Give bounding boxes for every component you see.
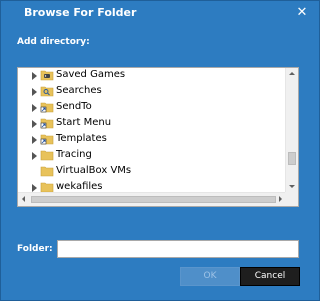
tree-item-label: Saved Games xyxy=(56,69,126,80)
browse-folder-dialog: Browse For Folder ✕ Add directory: Saved… xyxy=(0,0,320,301)
tree-item-start-menu[interactable]: Start Menu xyxy=(18,116,286,132)
tree-item-label: Tracing xyxy=(56,149,92,160)
close-button[interactable]: ✕ xyxy=(293,4,311,22)
prompt-label: Add directory: xyxy=(17,37,90,47)
tree-item-label: Start Menu xyxy=(56,117,112,128)
tree-item-saved-games[interactable]: Saved Games xyxy=(18,68,286,84)
tree-item-sendto[interactable]: SendTo xyxy=(18,100,286,116)
expand-arrow-icon[interactable] xyxy=(32,136,37,144)
tree-item-label: SendTo xyxy=(56,101,92,112)
expand-arrow-icon[interactable] xyxy=(32,152,37,160)
searches-icon xyxy=(40,85,54,97)
expand-arrow-icon[interactable] xyxy=(32,184,37,192)
expand-arrow-icon[interactable] xyxy=(32,88,37,96)
title-bar: Browse For Folder ✕ xyxy=(1,1,319,27)
saved-games-icon xyxy=(40,69,54,81)
dialog-title: Browse For Folder xyxy=(24,6,137,19)
cancel-button[interactable]: Cancel xyxy=(240,267,300,286)
tree-item-label: VirtualBox VMs xyxy=(56,165,132,176)
tree-item-templates[interactable]: Templates xyxy=(18,132,286,148)
folder-input[interactable] xyxy=(57,240,299,258)
folder-icon xyxy=(40,165,54,177)
scroll-up-icon[interactable] xyxy=(286,68,298,80)
folder-field-label: Folder: xyxy=(17,244,53,254)
horizontal-scroll-thumb[interactable] xyxy=(31,196,276,203)
shortcut-folder-icon xyxy=(40,117,54,129)
shortcut-folder-icon xyxy=(40,133,54,145)
scroll-left-icon[interactable] xyxy=(18,193,30,206)
tree-item-label: Searches xyxy=(56,85,102,96)
scrollbar-corner xyxy=(285,192,298,206)
tree-item-tracing[interactable]: Tracing xyxy=(18,148,286,164)
tree-viewport: Saved Games Searches SendTo Start Menu T… xyxy=(18,68,286,193)
expand-arrow-icon[interactable] xyxy=(32,120,37,128)
vertical-scrollbar[interactable] xyxy=(285,68,298,193)
expand-arrow-icon[interactable] xyxy=(32,72,37,80)
tree-item-virtualbox-vms[interactable]: VirtualBox VMs xyxy=(18,164,286,180)
ok-button[interactable]: OK xyxy=(180,267,240,286)
expand-arrow-icon[interactable] xyxy=(32,104,37,112)
shortcut-folder-icon xyxy=(40,101,54,113)
horizontal-scrollbar[interactable] xyxy=(18,192,298,206)
folder-tree[interactable]: Saved Games Searches SendTo Start Menu T… xyxy=(17,67,299,207)
tree-item-label: Templates xyxy=(56,133,107,144)
folder-icon xyxy=(40,149,54,161)
vertical-scroll-thumb[interactable] xyxy=(288,152,296,165)
tree-item-searches[interactable]: Searches xyxy=(18,84,286,100)
tree-item-label: wekafiles xyxy=(56,181,103,192)
